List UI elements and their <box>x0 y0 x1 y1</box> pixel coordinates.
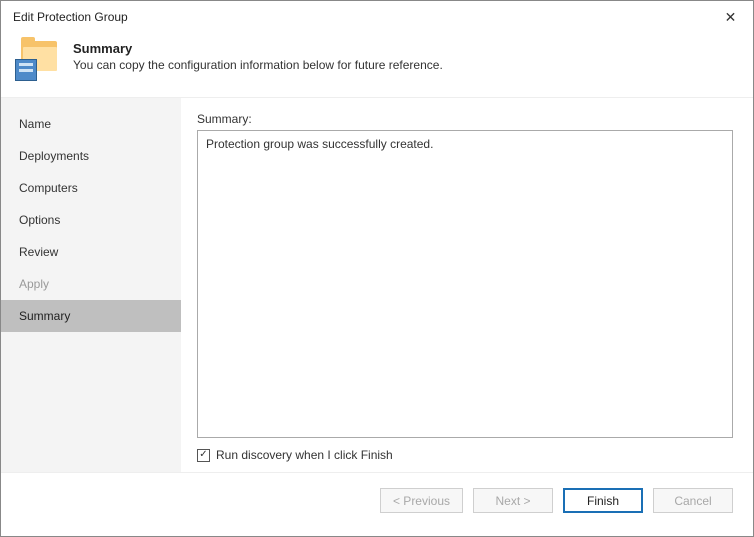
wizard-body: Name Deployments Computers Options Revie… <box>1 97 753 472</box>
window-title: Edit Protection Group <box>13 10 128 24</box>
summary-text: Protection group was successfully create… <box>206 137 433 151</box>
main-panel: Summary: Protection group was successful… <box>181 98 753 472</box>
sidebar-item-computers[interactable]: Computers <box>1 172 181 204</box>
checkmark-icon: ✓ <box>199 450 207 460</box>
sidebar-item-review[interactable]: Review <box>1 236 181 268</box>
protection-group-icon <box>15 39 59 79</box>
header-title: Summary <box>73 41 443 56</box>
sidebar-item-name[interactable]: Name <box>1 108 181 140</box>
finish-button[interactable]: Finish <box>563 488 643 513</box>
cancel-button: Cancel <box>653 488 733 513</box>
previous-button: < Previous <box>380 488 463 513</box>
run-discovery-checkbox[interactable]: ✓ <box>197 449 210 462</box>
close-icon: ✕ <box>725 9 737 26</box>
summary-label: Summary: <box>197 112 733 126</box>
wizard-header: Summary You can copy the configuration i… <box>1 33 753 97</box>
header-text: Summary You can copy the configuration i… <box>73 39 443 72</box>
sidebar-item-apply: Apply <box>1 268 181 300</box>
close-button[interactable]: ✕ <box>708 1 753 33</box>
next-button: Next > <box>473 488 553 513</box>
sidebar-item-deployments[interactable]: Deployments <box>1 140 181 172</box>
wizard-steps-sidebar: Name Deployments Computers Options Revie… <box>1 98 181 472</box>
wizard-footer: < Previous Next > Finish Cancel <box>1 472 753 528</box>
sidebar-item-options[interactable]: Options <box>1 204 181 236</box>
titlebar: Edit Protection Group ✕ <box>1 1 753 33</box>
run-discovery-label: Run discovery when I click Finish <box>216 448 393 462</box>
summary-textbox[interactable]: Protection group was successfully create… <box>197 130 733 438</box>
sidebar-item-summary[interactable]: Summary <box>1 300 181 332</box>
header-subtitle: You can copy the configuration informati… <box>73 58 443 72</box>
run-discovery-row: ✓ Run discovery when I click Finish <box>197 448 733 462</box>
